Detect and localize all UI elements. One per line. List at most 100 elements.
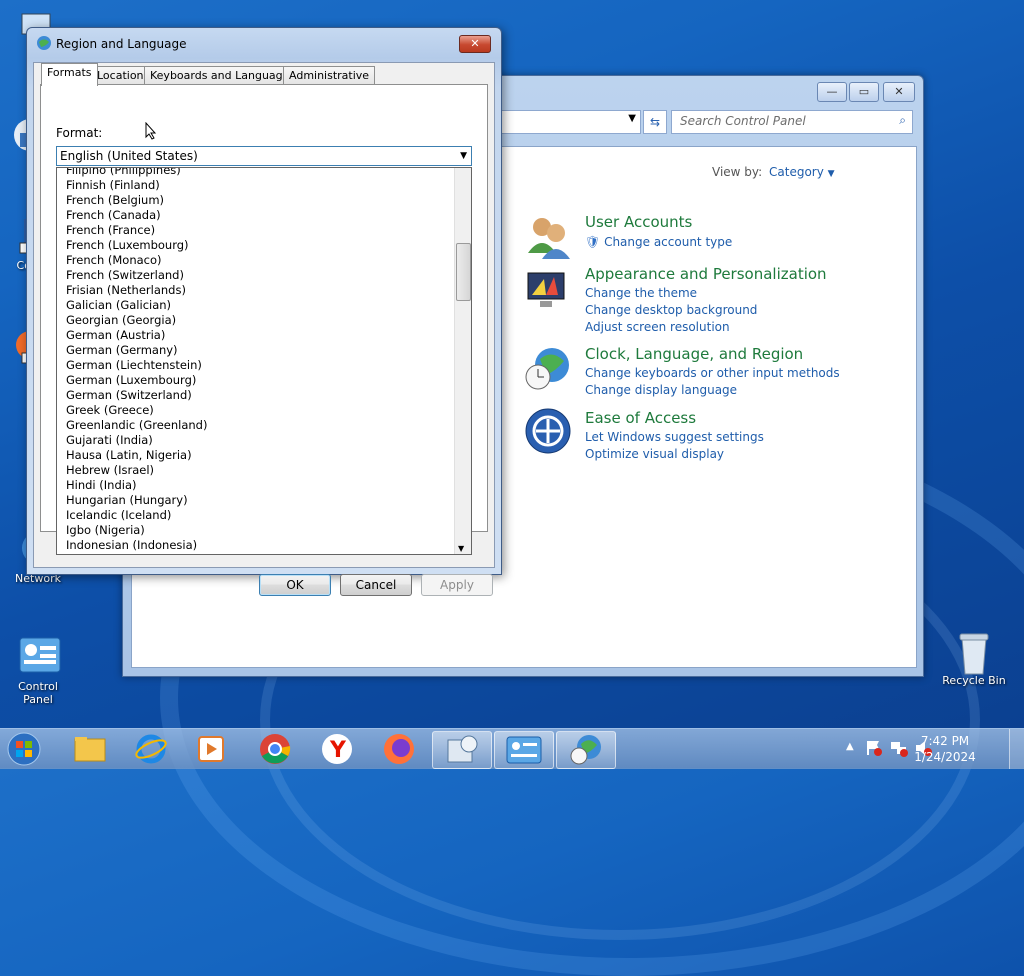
tab-keyboards-languages[interactable]: Keyboards and Languages xyxy=(144,66,302,85)
link-change-keyboards[interactable]: Change keyboards or other input methods xyxy=(585,365,840,382)
dropdown-list-item[interactable]: German (Luxembourg) xyxy=(57,373,471,388)
link-let-windows-suggest[interactable]: Let Windows suggest settings xyxy=(585,429,764,446)
region-language-dialog[interactable]: Region and Language ✕ Formats Location K… xyxy=(26,27,502,596)
link-change-desktop-background[interactable]: Change desktop background xyxy=(585,302,827,319)
search-input[interactable]: Search Control Panel xyxy=(680,114,806,128)
dropdown-list-item[interactable]: Greek (Greece) xyxy=(57,403,471,418)
tab-label: Formats xyxy=(47,66,92,79)
taskbar-chrome[interactable] xyxy=(246,731,304,767)
scroll-down-icon[interactable]: ▼ xyxy=(458,544,464,553)
cancel-button[interactable]: Cancel xyxy=(340,574,412,596)
dropdown-list-item[interactable]: German (Germany) xyxy=(57,343,471,358)
desktop-icon-recycle-bin[interactable]: Recycle Bin xyxy=(938,630,1010,687)
search-icon[interactable]: ⌕ xyxy=(899,113,906,128)
tab-administrative[interactable]: Administrative xyxy=(283,66,376,85)
link-change-display-language[interactable]: Change display language xyxy=(585,382,840,399)
dropdown-list-item[interactable]: German (Austria) xyxy=(57,328,471,343)
taskbar-firefox[interactable] xyxy=(370,731,428,767)
ok-button[interactable]: OK xyxy=(259,574,331,596)
dropdown-list-item[interactable]: Hungarian (Hungary) xyxy=(57,493,471,508)
dialog-close-button[interactable]: ✕ xyxy=(459,35,491,53)
minimize-button[interactable]: — xyxy=(817,82,847,102)
dropdown-list-item[interactable]: German (Switzerland) xyxy=(57,388,471,403)
chevron-down-icon[interactable]: ▼ xyxy=(460,147,467,165)
format-combobox[interactable]: English (United States) ▼ xyxy=(56,146,472,166)
dropdown-list-item[interactable]: French (Luxembourg) xyxy=(57,238,471,253)
address-bar[interactable]: ▼ xyxy=(501,110,641,134)
category-title-ease-of-access[interactable]: Ease of Access xyxy=(585,409,764,427)
network-status-icon[interactable] xyxy=(890,739,908,760)
format-dropdown-list[interactable]: Filipino (Philippines) Finnish (Finland) F… xyxy=(56,167,472,555)
refresh-icon: ⇆ xyxy=(649,115,661,129)
system-clock[interactable]: 7:42 PM 1/24/2024 xyxy=(910,733,980,765)
dropdown-list-item[interactable]: German (Liechtenstein) xyxy=(57,358,471,373)
dropdown-list-item[interactable]: Filipino (Philippines) xyxy=(57,168,471,178)
dropdown-list-item[interactable]: Hebrew (Israel) xyxy=(57,463,471,478)
view-by-dropdown[interactable]: Category ▼ xyxy=(769,165,835,179)
format-label: Format: xyxy=(56,126,103,140)
tab-location[interactable]: Location xyxy=(91,66,150,85)
action-center-icon[interactable] xyxy=(866,739,882,760)
dropdown-list-item[interactable]: Hausa (Latin, Nigeria) xyxy=(57,448,471,463)
user-accounts-icon[interactable] xyxy=(524,213,572,261)
cancel-label: Cancel xyxy=(355,578,397,592)
dropdown-list-item[interactable]: French (France) xyxy=(57,223,471,238)
dropdown-arrow-icon[interactable]: ▼ xyxy=(628,113,636,124)
show-hidden-icons-icon[interactable]: ▲ xyxy=(846,741,854,752)
taskbar-yandex[interactable]: Y xyxy=(308,731,366,767)
clock-globe-icon[interactable] xyxy=(524,345,572,393)
category-title-user-accounts[interactable]: User Accounts xyxy=(585,213,732,231)
dropdown-list-item[interactable]: Igbo (Nigeria) xyxy=(57,523,471,538)
desktop-icon-label: Recycle Bin xyxy=(942,674,1006,687)
dropdown-scrollbar[interactable]: ▼ xyxy=(454,168,471,554)
category-title-clock-language-region[interactable]: Clock, Language, and Region xyxy=(585,345,840,363)
desktop-icon-control-panel[interactable]: Control Panel xyxy=(2,636,74,706)
view-by-label: View by: xyxy=(712,165,763,179)
dialog-content: Formats Location Keyboards and Languages… xyxy=(33,62,495,596)
tab-label: Administrative xyxy=(289,69,370,82)
dropdown-list-item[interactable]: French (Switzerland) xyxy=(57,268,471,283)
link-adjust-screen-resolution[interactable]: Adjust screen resolution xyxy=(585,319,827,336)
dropdown-list-item[interactable]: Indonesian (Indonesia) xyxy=(57,538,471,553)
dropdown-list-item[interactable]: Finnish (Finland) xyxy=(57,178,471,193)
dropdown-list-item[interactable]: Frisian (Netherlands) xyxy=(57,283,471,298)
globe-clock-icon xyxy=(570,735,601,765)
taskbar-explorer[interactable] xyxy=(60,731,118,767)
taskbar-control-panel-window[interactable] xyxy=(432,731,492,769)
search-box[interactable]: Search Control Panel ⌕ xyxy=(671,110,913,134)
scroll-thumb[interactable] xyxy=(456,243,471,301)
maximize-button[interactable]: ▭ xyxy=(849,82,879,102)
dropdown-list-item[interactable]: Gujarati (India) xyxy=(57,433,471,448)
close-button[interactable]: ✕ xyxy=(883,82,915,102)
link-optimize-visual-display[interactable]: Optimize visual display xyxy=(585,446,764,463)
apply-label: Apply xyxy=(440,578,474,592)
control-panel-icon xyxy=(506,736,542,764)
shield-icon: 🛡 xyxy=(585,235,601,249)
refresh-button[interactable]: ⇆ xyxy=(643,110,667,134)
dropdown-list-item[interactable]: Icelandic (Iceland) xyxy=(57,508,471,523)
show-desktop-button[interactable] xyxy=(1009,729,1024,769)
dropdown-list-item[interactable]: French (Belgium) xyxy=(57,193,471,208)
apply-button[interactable]: Apply xyxy=(421,574,493,596)
mouse-cursor-icon xyxy=(145,121,157,143)
taskbar-region-language-window[interactable] xyxy=(556,731,616,769)
dropdown-list-item[interactable]: Georgian (Georgia) xyxy=(57,313,471,328)
desktop-icon-label: Control Panel xyxy=(18,680,58,706)
taskbar-internet-explorer[interactable] xyxy=(122,731,180,767)
dropdown-list-item[interactable]: French (Monaco) xyxy=(57,253,471,268)
ease-of-access-icon[interactable] xyxy=(524,407,572,455)
start-button[interactable] xyxy=(2,731,50,767)
taskbar-media[interactable] xyxy=(182,731,240,767)
link-change-account-type[interactable]: Change account type xyxy=(604,235,732,249)
link-change-theme[interactable]: Change the theme xyxy=(585,285,827,302)
category-title-appearance[interactable]: Appearance and Personalization xyxy=(585,265,827,283)
taskbar: Y ▲ 7:42 PM 1/24/2024 xyxy=(0,728,1024,769)
dropdown-list-item[interactable]: Greenlandic (Greenland) xyxy=(57,418,471,433)
taskbar-control-panel-window-2[interactable] xyxy=(494,731,554,769)
chrome-icon xyxy=(260,734,291,764)
tab-formats[interactable]: Formats xyxy=(41,63,98,86)
dropdown-list-item[interactable]: French (Canada) xyxy=(57,208,471,223)
dropdown-list-item[interactable]: Hindi (India) xyxy=(57,478,471,493)
appearance-icon[interactable] xyxy=(524,267,572,315)
dropdown-list-item[interactable]: Galician (Galician) xyxy=(57,298,471,313)
